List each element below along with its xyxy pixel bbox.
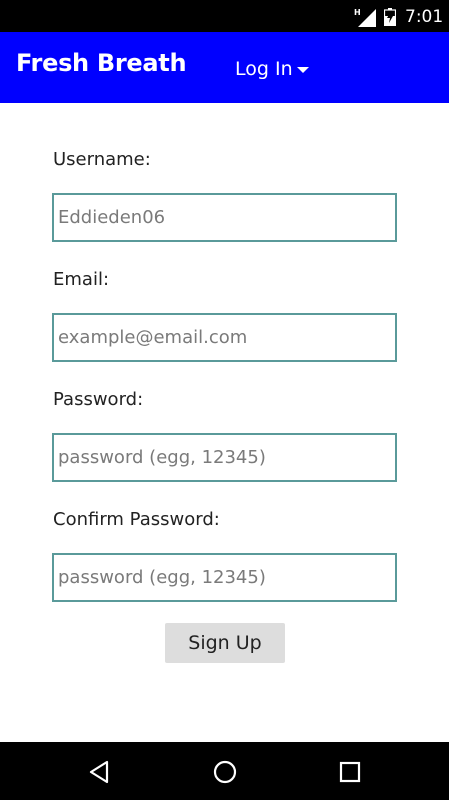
home-icon[interactable] (212, 759, 238, 785)
status-time: 7:01 (405, 7, 444, 27)
signup-screen: H 7:01 Fresh Breath Log In Username: Ema… (0, 0, 449, 800)
battery-charging-icon (384, 8, 396, 26)
sign-up-button[interactable]: Sign Up (165, 623, 285, 663)
login-menu-dropdown[interactable]: Log In (235, 55, 309, 83)
network-type-label: H (354, 8, 361, 17)
signal-icon: H (354, 8, 376, 27)
back-icon[interactable] (87, 759, 113, 785)
caret-down-icon (296, 66, 309, 73)
navigation-bar (0, 742, 449, 800)
status-bar: H 7:01 (0, 0, 449, 32)
app-title: Fresh Breath (16, 49, 187, 77)
username-input[interactable] (52, 193, 397, 242)
login-menu-label: Log In (235, 58, 293, 80)
confirm-password-label: Confirm Password: (53, 509, 220, 530)
username-label: Username: (53, 149, 151, 170)
recents-icon[interactable] (337, 759, 363, 785)
app-header: Fresh Breath Log In (0, 32, 449, 103)
email-label: Email: (53, 269, 110, 290)
confirm-password-input[interactable] (52, 553, 397, 602)
email-input[interactable] (52, 313, 397, 362)
password-label: Password: (53, 389, 144, 410)
password-input[interactable] (52, 433, 397, 482)
